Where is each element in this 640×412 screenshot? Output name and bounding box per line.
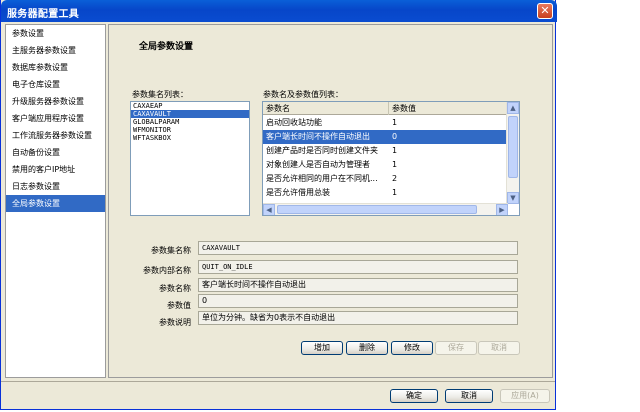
nav-item-vault[interactable]: 电子仓库设置 bbox=[6, 76, 105, 93]
table-cell-name: 是否允许借用总装 bbox=[266, 188, 330, 197]
param-value-list-label: 参数名及参数值列表： bbox=[263, 90, 343, 99]
nav-item-database[interactable]: 数据库参数设置 bbox=[6, 59, 105, 76]
list-item[interactable]: CAXAEAP bbox=[131, 102, 249, 110]
table-row-selected[interactable]: 客户端长时间不操作自动退出 0 bbox=[263, 130, 507, 144]
table-cell-name: 是否允许相同的用户在不同机... bbox=[266, 174, 378, 183]
table-cell-value: 1 bbox=[392, 160, 398, 169]
ok-button[interactable]: 确定 bbox=[390, 389, 438, 403]
nav-item-workflow-server[interactable]: 工作流服务器参数设置 bbox=[6, 127, 105, 144]
internal-name-field[interactable]: QUIT_ON_IDLE bbox=[198, 260, 518, 274]
table-row[interactable]: 启动回收站功能 1 bbox=[263, 116, 507, 130]
column-header-name[interactable]: 参数名 bbox=[263, 102, 389, 115]
column-header-value[interactable]: 参数值 bbox=[389, 102, 507, 115]
scroll-down-icon[interactable]: ▼ bbox=[507, 192, 519, 204]
cancel-edit-button[interactable]: 取消 bbox=[478, 341, 520, 355]
param-desc-label: 参数说明 bbox=[159, 318, 191, 327]
content-panel: 全局参数设置 参数集名列表： 参数名及参数值列表： CAXAEAP CAXAVA… bbox=[108, 24, 553, 378]
list-item[interactable]: WFMONITOR bbox=[131, 126, 249, 134]
nav-item-log-params[interactable]: 日志参数设置 bbox=[6, 178, 105, 195]
param-name-field[interactable]: 客户端长时间不操作自动退出 bbox=[198, 278, 518, 292]
close-icon[interactable]: ✕ bbox=[537, 3, 553, 19]
param-set-list-label: 参数集名列表： bbox=[132, 90, 188, 99]
table-cell-name: 创建产品时是否同时创建文件夹 bbox=[266, 146, 378, 155]
window-title: 服务器配置工具 bbox=[7, 9, 80, 20]
nav-item-banned-ip[interactable]: 禁用的客户IP地址 bbox=[6, 161, 105, 178]
modify-button[interactable]: 修改 bbox=[391, 341, 433, 355]
delete-button[interactable]: 删除 bbox=[346, 341, 388, 355]
table-cell-value: 0 bbox=[392, 132, 398, 141]
list-item[interactable]: GLOBALPARAM bbox=[131, 118, 249, 126]
list-item-selected[interactable]: CAXAVAULT bbox=[131, 110, 249, 118]
param-value-field[interactable]: 0 bbox=[198, 294, 518, 308]
title-bar[interactable]: 服务器配置工具 ✕ bbox=[1, 0, 557, 22]
table-horizontal-scrollbar[interactable]: ◀ ▶ bbox=[263, 203, 508, 215]
table-vertical-scrollbar[interactable]: ▲ ▼ bbox=[506, 102, 519, 204]
cancel-button[interactable]: 取消 bbox=[445, 389, 493, 403]
footer-separator bbox=[1, 381, 555, 382]
param-value-label: 参数值 bbox=[167, 301, 191, 310]
scroll-up-icon[interactable]: ▲ bbox=[507, 102, 519, 114]
table-row[interactable]: 是否允许借用总装 1 bbox=[263, 186, 507, 200]
apply-button[interactable]: 应用(A) bbox=[500, 389, 550, 403]
table-row[interactable]: 是否允许相同的用户在不同机... 2 bbox=[263, 172, 507, 186]
nav-item-params[interactable]: 参数设置 bbox=[6, 25, 105, 42]
internal-name-label: 参数内部名称 bbox=[143, 266, 191, 275]
nav-item-main-server[interactable]: 主服务器参数设置 bbox=[6, 42, 105, 59]
section-title: 全局参数设置 bbox=[139, 42, 194, 52]
param-set-listbox[interactable]: CAXAEAP CAXAVAULT GLOBALPARAM WFMONITOR … bbox=[130, 101, 250, 216]
horizontal-scroll-thumb[interactable] bbox=[277, 205, 477, 214]
table-row[interactable]: 对象创建人是否自动为管理者 1 bbox=[263, 158, 507, 172]
table-cell-value: 1 bbox=[392, 188, 398, 197]
save-button[interactable]: 保存 bbox=[435, 341, 477, 355]
param-name-label: 参数名称 bbox=[159, 284, 191, 293]
param-desc-field[interactable]: 单位为分钟。缺省为0表示不自动退出 bbox=[198, 311, 518, 325]
nav-item-upgrade-server[interactable]: 升级服务器参数设置 bbox=[6, 93, 105, 110]
table-row[interactable]: 创建产品时是否同时创建文件夹 1 bbox=[263, 144, 507, 158]
table-header: 参数名 参数值 bbox=[263, 102, 507, 115]
table-cell-value: 1 bbox=[392, 118, 398, 127]
nav-item-auto-backup[interactable]: 自动备份设置 bbox=[6, 144, 105, 161]
scroll-left-icon[interactable]: ◀ bbox=[263, 204, 275, 215]
nav-item-client-app[interactable]: 客户端应用程序设置 bbox=[6, 110, 105, 127]
config-window: 服务器配置工具 ✕ 参数设置 主服务器参数设置 数据库参数设置 电子仓库设置 升… bbox=[0, 0, 557, 410]
table-cell-name: 客户端长时间不操作自动退出 bbox=[266, 132, 370, 141]
scroll-right-icon[interactable]: ▶ bbox=[496, 204, 508, 215]
vertical-scroll-thumb[interactable] bbox=[508, 116, 518, 178]
table-cell-value: 1 bbox=[392, 146, 398, 155]
table-cell-name: 对象创建人是否自动为管理者 bbox=[266, 160, 370, 169]
set-name-field[interactable]: CAXAVAULT bbox=[198, 241, 518, 255]
add-button[interactable]: 增加 bbox=[301, 341, 343, 355]
nav-tree: 参数设置 主服务器参数设置 数据库参数设置 电子仓库设置 升级服务器参数设置 客… bbox=[5, 24, 106, 378]
list-item[interactable]: WFTASKBOX bbox=[131, 134, 249, 142]
nav-item-global-params[interactable]: 全局参数设置 bbox=[6, 195, 105, 212]
param-table[interactable]: 参数名 参数值 启动回收站功能 1 客户端长时间不操作自动退出 0 创建产品时是… bbox=[262, 101, 520, 216]
set-name-label: 参数集名称 bbox=[151, 246, 191, 255]
table-cell-value: 2 bbox=[392, 174, 398, 183]
table-cell-name: 启动回收站功能 bbox=[266, 118, 322, 127]
